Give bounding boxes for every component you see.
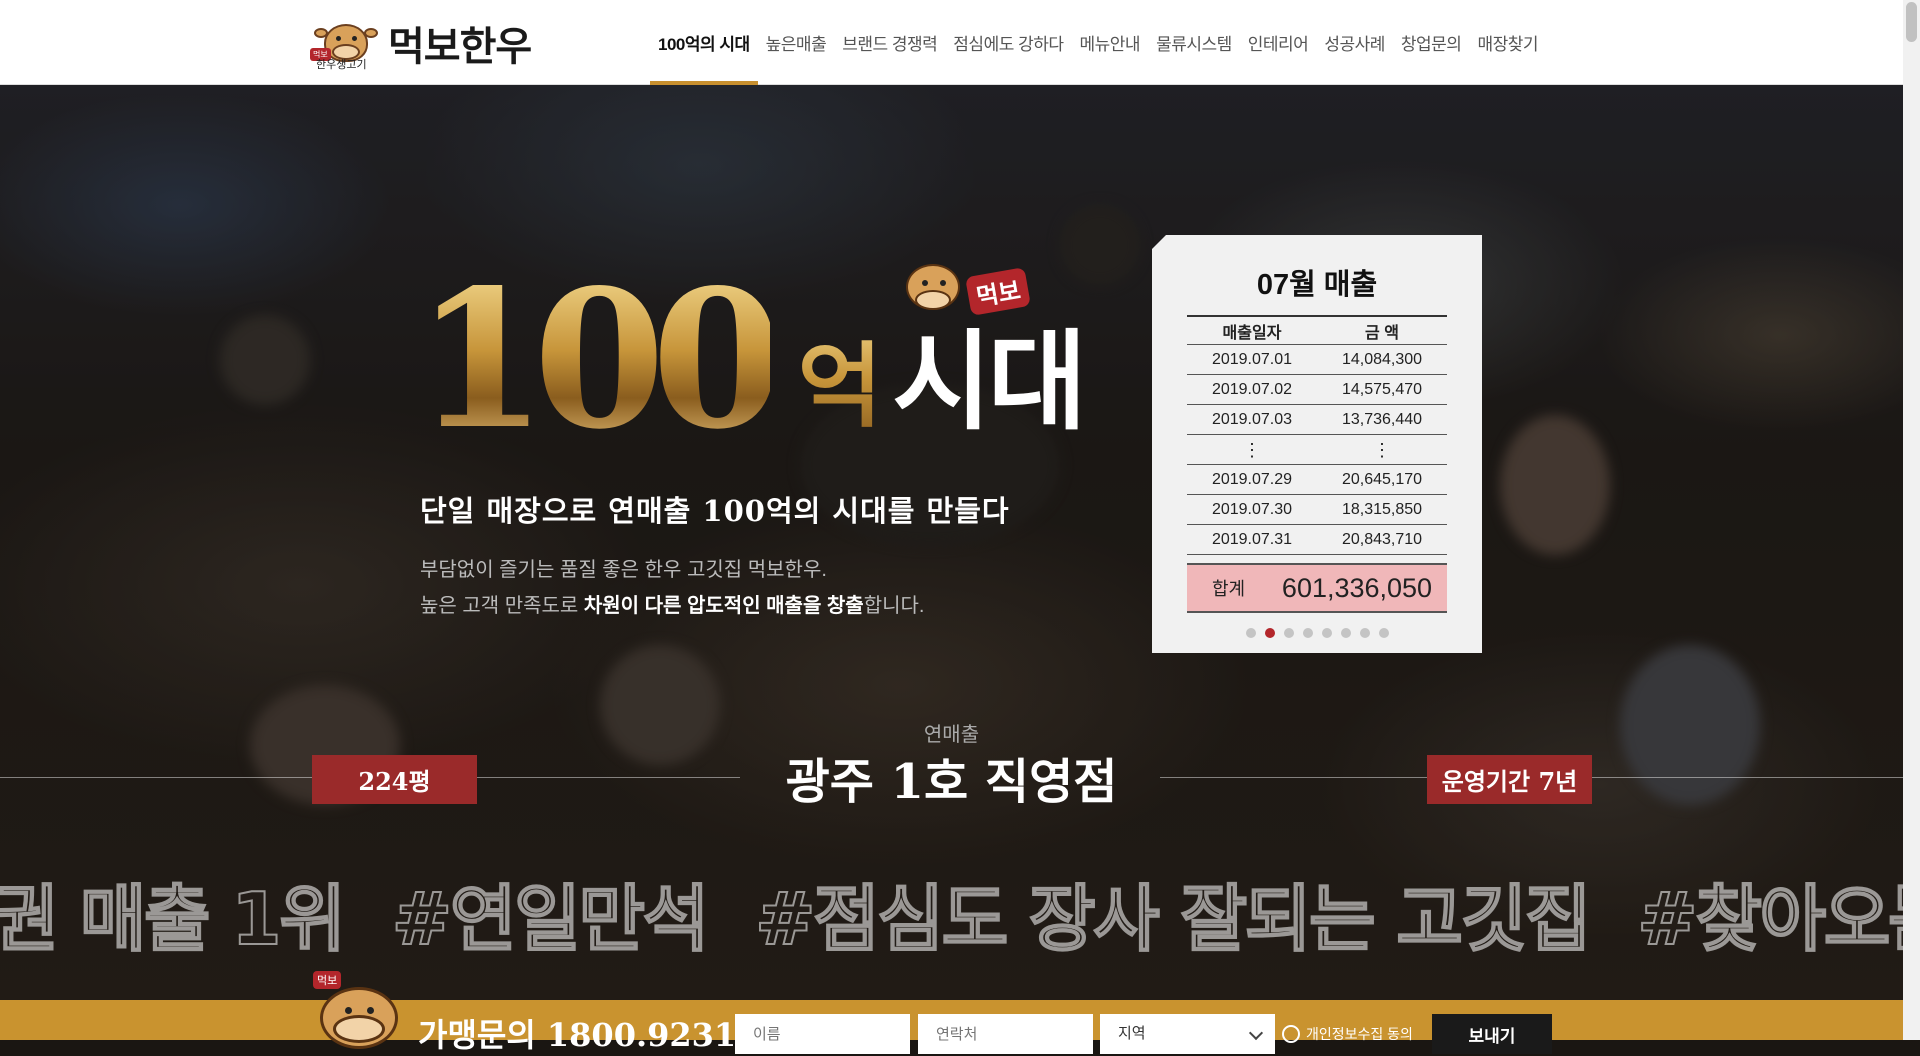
nav-item-5[interactable]: 물류시스템 bbox=[1148, 0, 1240, 85]
store-period-badge: 운영기간 7년 bbox=[1427, 755, 1592, 804]
cow-mascot-icon bbox=[898, 258, 968, 318]
sales-row: 2019.07.31 20,843,710 bbox=[1187, 525, 1447, 555]
sales-date: ⋮ bbox=[1243, 439, 1261, 460]
sales-card: 07월 매출 매출일자 금 액 2019.07.01 14,084,300 2019… bbox=[1152, 235, 1482, 653]
chevron-down-icon bbox=[1248, 1025, 1264, 1041]
big-unit: 억 bbox=[798, 312, 883, 445]
store-name: 광주 1호 직영점 bbox=[785, 754, 1118, 810]
sales-date: 2019.07.01 bbox=[1211, 350, 1293, 368]
sales-amount: 20,843,710 bbox=[1341, 530, 1423, 548]
page-scrollbar[interactable] bbox=[1903, 0, 1920, 1040]
name-input[interactable] bbox=[735, 1014, 910, 1054]
hero-description: 부담없이 즐기는 품질 좋은 한우 고깃집 먹보한우. 높은 고객 만족도로 차… bbox=[420, 552, 924, 624]
region-select-value: 지역 bbox=[1118, 1025, 1146, 1042]
sales-date: 2019.07.29 bbox=[1211, 470, 1293, 488]
sales-row: 2019.07.03 13,736,440 bbox=[1187, 405, 1447, 435]
store-size-badge: 224평 bbox=[312, 755, 477, 804]
sales-table-header: 매출일자 금 액 bbox=[1187, 315, 1447, 345]
privacy-agree-label: 개인정보수집 동의 bbox=[1306, 1026, 1413, 1042]
sales-date: 2019.07.03 bbox=[1211, 410, 1293, 428]
total-value: 601,336,050 bbox=[1281, 572, 1433, 603]
sales-amount: 14,084,300 bbox=[1341, 350, 1423, 368]
nav-item-1[interactable]: 높은매출 bbox=[758, 0, 835, 85]
col-date-header: 매출일자 bbox=[1222, 324, 1282, 342]
sales-amount: 18,315,850 bbox=[1341, 500, 1423, 518]
sales-amount: ⋮ bbox=[1373, 439, 1391, 460]
privacy-agree-checkbox[interactable]: 개인정보수집 동의 bbox=[1282, 1024, 1413, 1044]
hero-subtitle: 단일 매장으로 연매출 100억의 시대를 만들다 bbox=[420, 494, 1010, 528]
sales-row: 2019.07.01 14,084,300 bbox=[1187, 345, 1447, 375]
sales-amount: 14,575,470 bbox=[1341, 380, 1423, 398]
pager-dot[interactable] bbox=[1359, 628, 1370, 638]
big-word: 시대 bbox=[892, 320, 1087, 445]
pager-dot[interactable] bbox=[1302, 628, 1313, 638]
nav-item-6[interactable]: 인테리어 bbox=[1240, 0, 1317, 85]
desc-suffix: 합니다. bbox=[863, 595, 925, 617]
sales-row: 2019.07.29 20,645,170 bbox=[1187, 465, 1447, 495]
hashtag: #상권 매출 1위 bbox=[0, 876, 347, 962]
hashtag-marquee: #상권 매출 1위 #연일만석 #점심도 장사 잘되는 고깃집 #찾아오는 맛집 bbox=[0, 860, 1920, 965]
desc-line-2: 높은 고객 만족도로 차원이 다른 압도적인 매출을 창출합니다. bbox=[420, 588, 924, 624]
hashtag: #찾아오는 맛집 bbox=[1636, 876, 1920, 962]
desc-bold: 차원이 다른 압도적인 매출을 창출 bbox=[583, 595, 864, 617]
inquiry-mascot-tag: 먹보 bbox=[313, 971, 342, 989]
desc-line-1: 부담없이 즐기는 품질 좋은 한우 고깃집 먹보한우. bbox=[420, 559, 827, 581]
col-amount-header: 금 액 bbox=[1365, 324, 1399, 342]
nav-item-0[interactable]: 100억의 시대 bbox=[650, 0, 758, 85]
sales-amount: 20,645,170 bbox=[1341, 470, 1423, 488]
check-circle-icon bbox=[1282, 1025, 1300, 1043]
big-number: 100 bbox=[415, 248, 784, 471]
main-nav: 100억의 시대 높은매출 브랜드 경쟁력 점심에도 강하다 메뉴안내 물류시스템 인테리어… bbox=[650, 0, 1546, 85]
sales-row: 2019.07.02 14,575,470 bbox=[1187, 375, 1447, 405]
scrollbar-thumb[interactable] bbox=[1906, 2, 1917, 42]
nav-item-7[interactable]: 성공사례 bbox=[1316, 0, 1393, 85]
sales-date: 2019.07.31 bbox=[1211, 530, 1293, 548]
brand-logo[interactable]: 먹보 먹보한우 한우생고기 bbox=[310, 12, 535, 74]
sales-table: 매출일자 금 액 2019.07.01 14,084,300 2019.07.02 1… bbox=[1187, 315, 1447, 555]
hashtag: #연일만석 bbox=[391, 876, 710, 962]
sales-amount: 13,736,440 bbox=[1341, 410, 1423, 428]
region-select[interactable]: 지역 bbox=[1100, 1014, 1275, 1054]
pager-dot[interactable] bbox=[1378, 628, 1389, 638]
desc-prefix: 높은 고객 만족도로 bbox=[420, 595, 584, 617]
pager-dot[interactable] bbox=[1340, 628, 1351, 638]
sales-row: 2019.07.30 18,315,850 bbox=[1187, 495, 1447, 525]
pager-dot[interactable] bbox=[1283, 628, 1294, 638]
nav-item-4[interactable]: 메뉴안내 bbox=[1072, 0, 1149, 85]
pager-dot[interactable] bbox=[1245, 628, 1256, 638]
inquiry-title: 가맹문의 1800.9231 bbox=[418, 1016, 737, 1054]
nav-item-3[interactable]: 점심에도 강하다 bbox=[945, 0, 1071, 85]
sales-total: 합계 601,336,050 bbox=[1187, 563, 1447, 613]
sales-date: 2019.07.02 bbox=[1211, 380, 1293, 398]
nav-item-8[interactable]: 창업문의 bbox=[1393, 0, 1470, 85]
pager-dot[interactable] bbox=[1321, 628, 1332, 638]
sales-card-title: 07월 매출 bbox=[1256, 269, 1378, 301]
logo-text: 먹보한우 bbox=[388, 23, 532, 70]
pager-dot[interactable] bbox=[1264, 628, 1275, 638]
submit-button[interactable]: 보내기 bbox=[1432, 1014, 1552, 1054]
total-label: 합계 bbox=[1212, 579, 1246, 599]
sales-date: 2019.07.30 bbox=[1211, 500, 1293, 518]
nav-item-2[interactable]: 브랜드 경쟁력 bbox=[834, 0, 945, 85]
logo-subtext: 한우생고기 bbox=[316, 58, 367, 71]
slider-pager bbox=[1152, 628, 1482, 638]
nav-item-9[interactable]: 매장찾기 bbox=[1469, 0, 1546, 85]
hashtag: #점심도 장사 잘되는 고깃집 bbox=[754, 876, 1592, 962]
sales-row: ⋮ ⋮ bbox=[1187, 435, 1447, 465]
contact-input[interactable] bbox=[918, 1014, 1093, 1054]
cow-mascot-icon: 먹보 bbox=[313, 971, 405, 1049]
site-header: 먹보 먹보한우 한우생고기 100억의 시대 높은매출 브랜드 경쟁력 점심에도 강하… bbox=[0, 0, 1903, 85]
